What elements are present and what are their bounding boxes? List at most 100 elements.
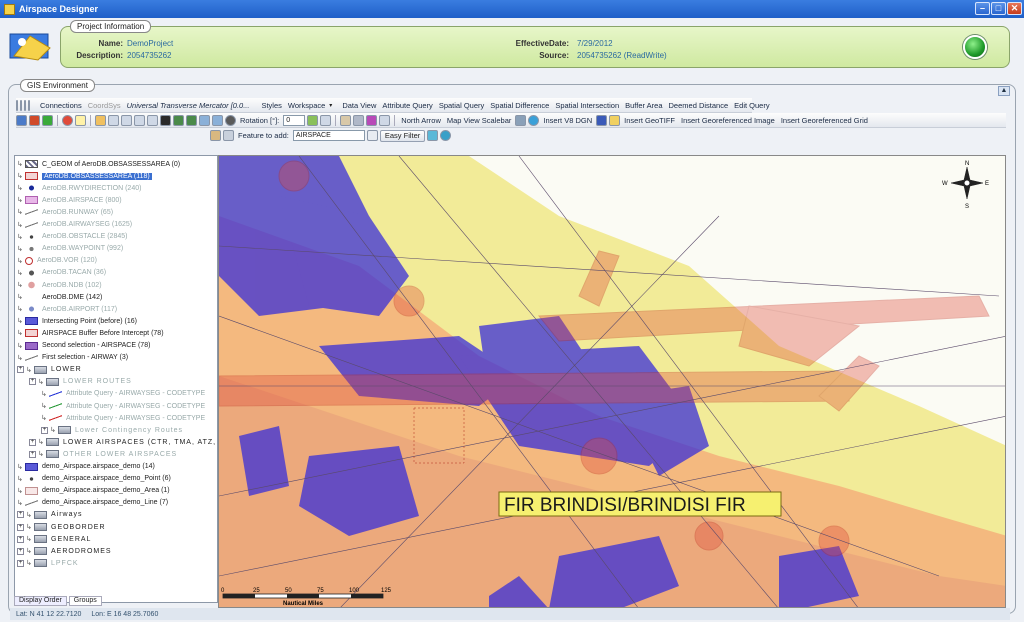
attribute-query-button[interactable]: Attribute Query [380, 101, 434, 110]
deemed-distance-button[interactable]: Deemed Distance [667, 101, 731, 110]
layer-visibility-icon[interactable]: ↳ [26, 547, 34, 555]
zoom-in-icon[interactable] [173, 114, 184, 126]
tab-groups[interactable]: Groups [68, 596, 102, 606]
layer-visibility-icon[interactable]: ↳ [17, 499, 25, 507]
expand-toggle-icon[interactable]: + [17, 523, 24, 531]
expand-toggle-icon[interactable]: + [17, 535, 24, 543]
layer-item[interactable]: ↳ AeroDB.OBSASSESSAREA (118) [17, 170, 152, 182]
layer-visibility-icon[interactable]: ↳ [26, 559, 34, 567]
layer-group[interactable]: + ↳ OTHER LOWER AIRSPACES [29, 448, 177, 460]
expand-toggle-icon[interactable]: + [17, 511, 24, 519]
layer-visibility-icon[interactable]: ↳ [17, 475, 25, 483]
layer-item[interactable]: ↳ AeroDB.VOR (120) [17, 255, 97, 267]
layer-item[interactable]: ↳ AIRSPACE Buffer Before Intercept (78) [17, 327, 164, 339]
coordsys-menu[interactable]: CoordSys [86, 101, 123, 110]
layer-visibility-icon[interactable]: ↳ [26, 511, 34, 519]
apply-rotation-icon[interactable] [320, 114, 332, 126]
expand-toggle-icon[interactable]: + [17, 559, 24, 567]
lasso-icon[interactable] [147, 114, 158, 126]
layer-item[interactable]: ↳ AeroDB.RUNWAY (65) [17, 206, 113, 218]
layer-group[interactable]: +↳ LOWER AIRSPACES (CTR, TMA, ATZ, FI... [29, 436, 217, 448]
data-view-button[interactable]: Data View [340, 101, 378, 110]
layer-item[interactable]: ↳ AeroDB.AIRWAYSEG (1625) [17, 219, 132, 231]
map-view[interactable]: FIR BRINDISI/BRINDISI FIR N S E W Nautic… [218, 155, 1006, 608]
expand-toggle-icon[interactable]: + [41, 426, 48, 434]
layer-group[interactable]: + ↳ LOWER [17, 364, 82, 376]
pan-icon[interactable] [29, 114, 40, 126]
layer-visibility-icon[interactable]: ↳ [17, 487, 25, 495]
globe-icon[interactable] [16, 99, 18, 111]
zoom-previous-icon[interactable] [199, 114, 210, 126]
expand-toggle-icon[interactable]: + [29, 450, 36, 458]
layer-group[interactable]: + ↳ LPFCK [17, 557, 79, 569]
insert-georeferenced-image-button[interactable]: Insert Georeferenced Image [679, 116, 777, 125]
measure-icon[interactable] [75, 114, 86, 126]
feature-properties-icon[interactable] [366, 130, 378, 141]
tab-display-order[interactable]: Display Order [14, 596, 67, 606]
map-canvas[interactable]: FIR BRINDISI/BRINDISI FIR N S E W Nautic… [219, 156, 1006, 608]
layer-visibility-icon[interactable]: ↳ [17, 233, 25, 241]
layer-visibility-icon[interactable]: ↳ [17, 172, 25, 180]
zoom-next-icon[interactable] [212, 114, 223, 126]
layer-item[interactable]: ↳ AeroDB.AIRSPACE (800) [17, 194, 122, 206]
insert-dgn-button[interactable]: Insert V8 DGN [541, 116, 594, 125]
layer-visibility-icon[interactable]: ↳ [17, 221, 25, 229]
layer-group[interactable]: + ↳ LOWER ROUTES [29, 376, 132, 388]
layer-item[interactable]: ↳ AeroDB.WAYPOINT (992) [17, 243, 123, 255]
expand-toggle-icon[interactable]: + [17, 366, 24, 374]
layer-visibility-icon[interactable]: ↳ [17, 208, 25, 216]
expand-toggle-icon[interactable]: + [17, 547, 24, 555]
plane-icon[interactable] [596, 114, 608, 126]
projection-selector[interactable]: Universal Transverse Mercator [0.0... [125, 101, 252, 110]
layer-visibility-icon[interactable]: ↳ [41, 414, 49, 422]
layer-group[interactable]: + ↳ AERODROMES [17, 545, 112, 557]
print-icon[interactable] [28, 99, 30, 111]
styles-menu[interactable]: Styles [259, 101, 283, 110]
edit-query-button[interactable]: Edit Query [732, 101, 771, 110]
layer-visibility-icon[interactable]: ↳ [41, 402, 49, 410]
snap-icon[interactable] [379, 114, 391, 126]
layer-visibility-icon[interactable]: ↳ [17, 245, 25, 253]
select-polygon-icon[interactable] [121, 114, 132, 126]
layer-item[interactable]: ↳ Second selection - AIRSPACE (78) [17, 340, 150, 352]
layer-visibility-icon[interactable]: ↳ [17, 196, 25, 204]
draw-icon[interactable] [366, 114, 378, 126]
layer-item[interactable]: ↳ demo_Airspace.airspace_demo_Point (6) [17, 473, 171, 485]
workspace-dropdown-icon[interactable]: ▾ [329, 102, 332, 109]
layer-item[interactable]: ↳ Attribute Query - AIRWAYSEG - CODETYPE [41, 388, 205, 400]
camera-icon[interactable] [24, 99, 26, 111]
layer-visibility-icon[interactable]: ↳ [17, 281, 25, 289]
layer-visibility-icon[interactable]: ↳ [17, 257, 25, 265]
select-arrow-icon[interactable] [95, 114, 106, 126]
insert-georeferenced-grid-button[interactable]: Insert Georeferenced Grid [779, 116, 870, 125]
rotate-icon[interactable] [307, 114, 319, 126]
layer-item[interactable]: ↳ AeroDB.DME (142) [17, 291, 102, 303]
layer-item[interactable]: ↳ AeroDB.NDB (102) [17, 279, 102, 291]
expand-toggle-icon[interactable]: + [29, 438, 36, 446]
spatial-difference-button[interactable]: Spatial Difference [488, 101, 551, 110]
layer-item[interactable]: ↳ AeroDB.RWYDIRECTION (240) [17, 182, 141, 194]
layer-visibility-icon[interactable]: ↳ [38, 438, 46, 446]
minimize-button[interactable]: – [975, 2, 990, 15]
zoom-extent-icon[interactable] [16, 114, 27, 126]
sync-icon[interactable] [440, 130, 452, 141]
layer-item[interactable]: ↳ Intersecting Point (before) (16) [17, 315, 137, 327]
north-arrow-button[interactable]: North Arrow [399, 116, 443, 125]
layer-item[interactable]: ↳ AeroDB.TACAN (36) [17, 267, 106, 279]
layer-visibility-icon[interactable]: ↳ [17, 463, 25, 471]
layer-item[interactable]: ↳ Attribute Query - AIRWAYSEG - CODETYPE [41, 400, 205, 412]
buffer-area-button[interactable]: Buffer Area [623, 101, 664, 110]
edit-feature-icon[interactable] [340, 114, 352, 126]
close-button[interactable]: ✕ [1007, 2, 1022, 15]
layer-visibility-icon[interactable]: ↳ [26, 366, 34, 374]
workspace-menu[interactable]: Workspace [286, 101, 327, 110]
layer-visibility-icon[interactable]: ↳ [17, 329, 25, 337]
stop-icon[interactable] [62, 114, 73, 126]
user-icon[interactable] [42, 114, 53, 126]
layer-item[interactable]: ↳ C_GEOM of AeroDB.OBSASSESSAREA (0) [17, 158, 180, 170]
layer-group[interactable]: + ↳ Airways [17, 509, 83, 521]
layer-visibility-icon[interactable]: ↳ [50, 426, 58, 434]
link-icon[interactable] [427, 130, 439, 141]
layer-item[interactable]: ↳ Attribute Query - AIRWAYSEG - CODETYPE [41, 412, 205, 424]
binoculars-icon[interactable] [160, 114, 171, 126]
